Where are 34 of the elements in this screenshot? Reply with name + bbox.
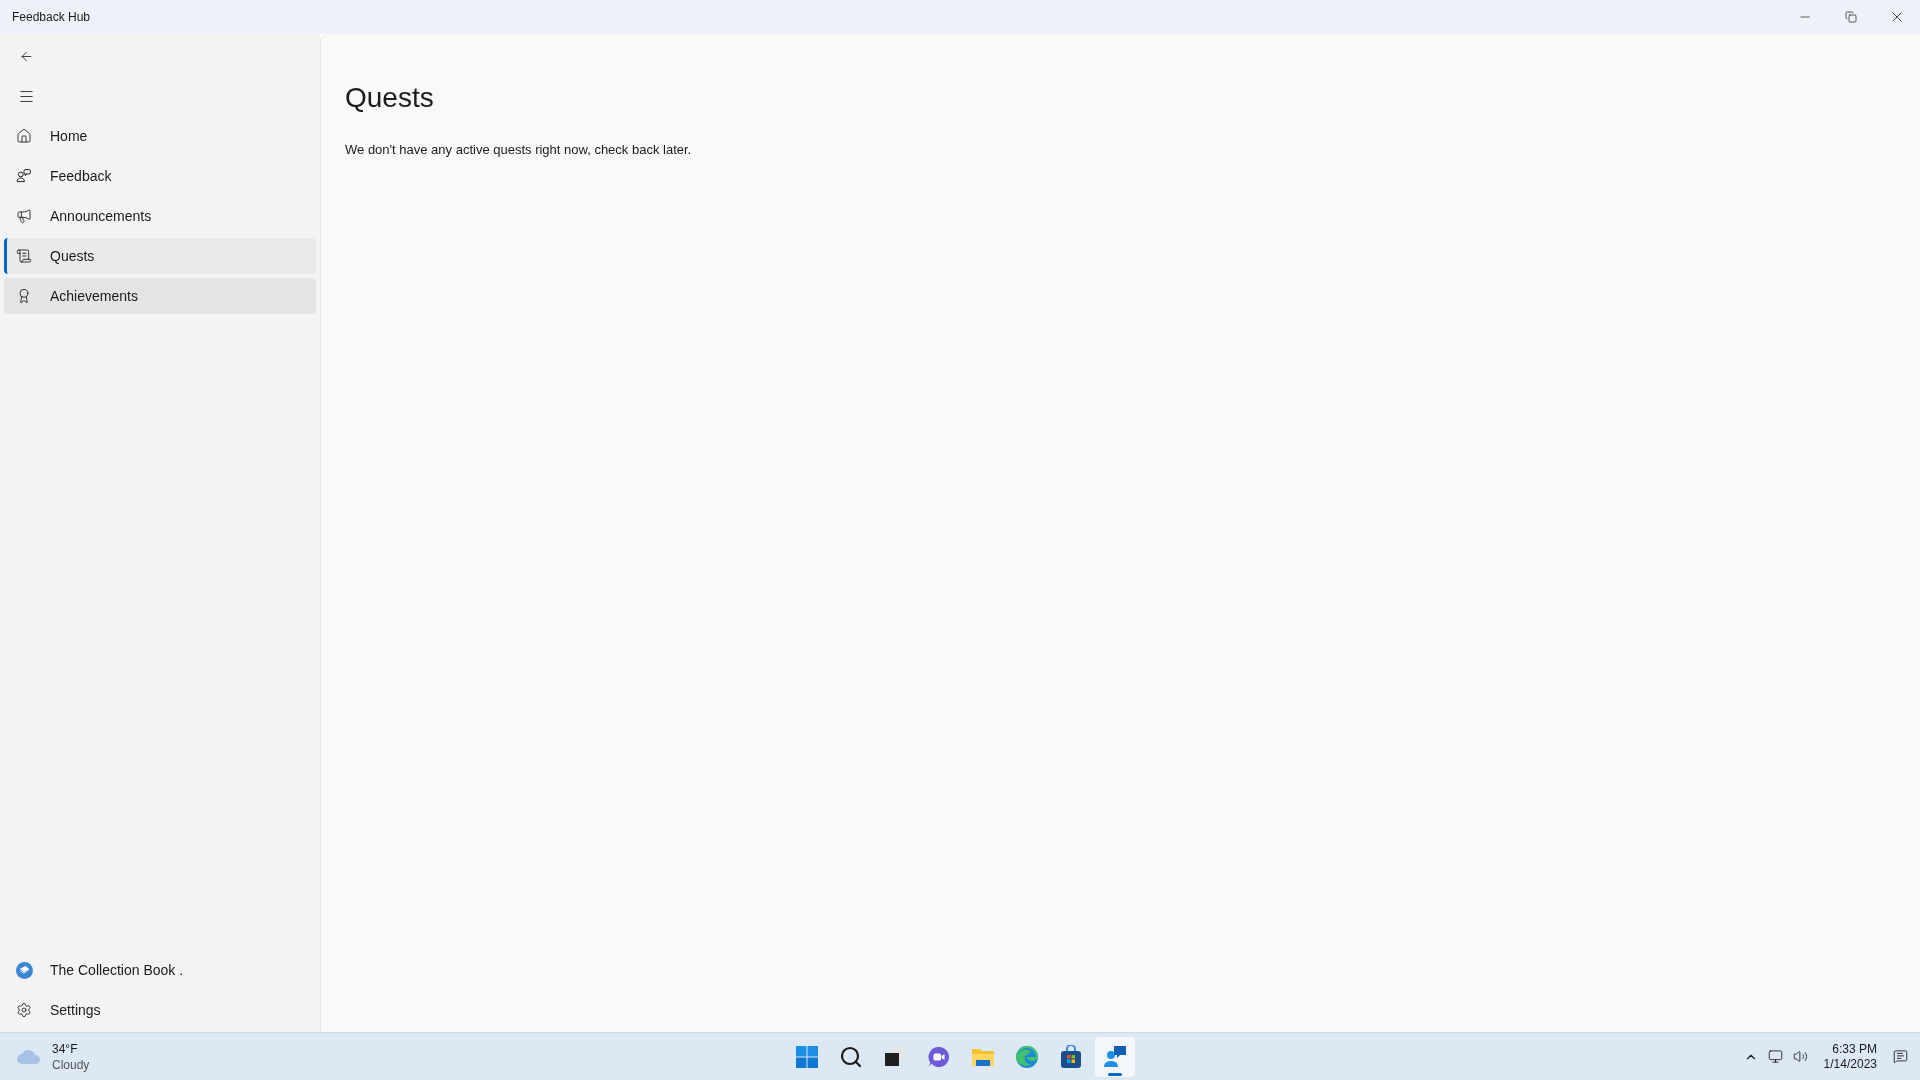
megaphone-icon: [16, 208, 32, 224]
notification-icon[interactable]: [1893, 1049, 1908, 1064]
network-icon[interactable]: [1767, 1049, 1783, 1064]
nav-item[interactable]: Achievements: [4, 278, 316, 314]
nav-item[interactable]: Quests: [4, 238, 316, 274]
page-title: Quests: [345, 81, 435, 115]
weather-temperature: 34°F: [52, 1040, 79, 1057]
task-view-icon: [883, 1045, 907, 1069]
start-icon: [795, 1045, 819, 1069]
ribbon-icon: [16, 288, 32, 304]
empty-message: We don't have any active quests right now, check back later.: [345, 141, 693, 159]
nav-item[interactable]: Announcements: [4, 198, 316, 234]
account-item[interactable]: The Collection Book .: [4, 950, 316, 990]
clock-date: 1/14/2023: [1823, 1056, 1877, 1072]
search-icon: [839, 1045, 863, 1069]
nav-item[interactable]: Home: [4, 118, 316, 154]
person-chat-icon: [1103, 1045, 1127, 1069]
video-chat-icon: [927, 1045, 951, 1069]
account-avatar-icon: [16, 961, 33, 979]
store-bag-icon: [1059, 1045, 1083, 1069]
scroll-icon: [16, 248, 32, 264]
window-title: Feedback Hub: [12, 9, 91, 26]
settings-icon: [16, 1002, 32, 1018]
restore-icon: [1845, 11, 1857, 23]
volume-icon[interactable]: [1792, 1049, 1808, 1064]
clock-time: 6:33 PM: [1832, 1041, 1877, 1057]
nav-item[interactable]: Feedback: [4, 158, 316, 194]
browser-icon: [1015, 1045, 1039, 1069]
settings-item[interactable]: Settings: [4, 990, 316, 1030]
weather-condition: Cloudy: [52, 1056, 90, 1073]
active-app-indicator: [1108, 1073, 1122, 1076]
person-speech-bubble-icon: [16, 168, 32, 184]
home-icon: [16, 128, 32, 144]
cloud-icon: [16, 1048, 42, 1065]
